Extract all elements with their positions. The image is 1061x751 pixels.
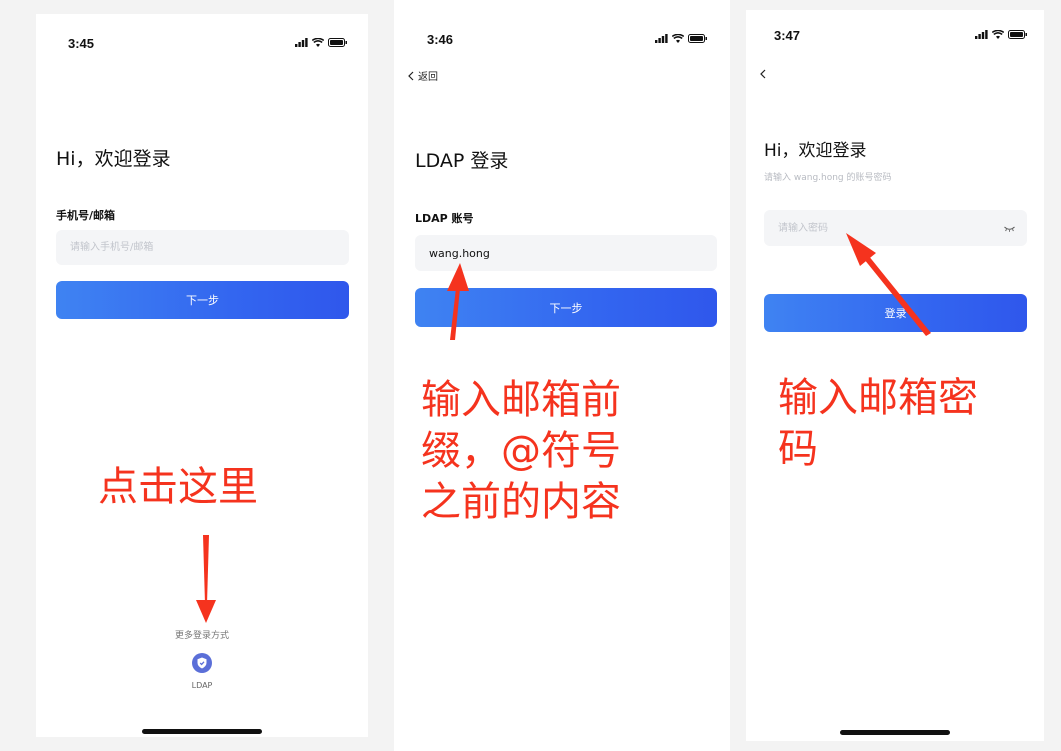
arrow-down-to-ldap: [196, 535, 216, 623]
arrow-up-to-password: [846, 233, 931, 336]
annotation-arrows: [196, 233, 931, 623]
arrow-up-to-input: [447, 263, 469, 340]
